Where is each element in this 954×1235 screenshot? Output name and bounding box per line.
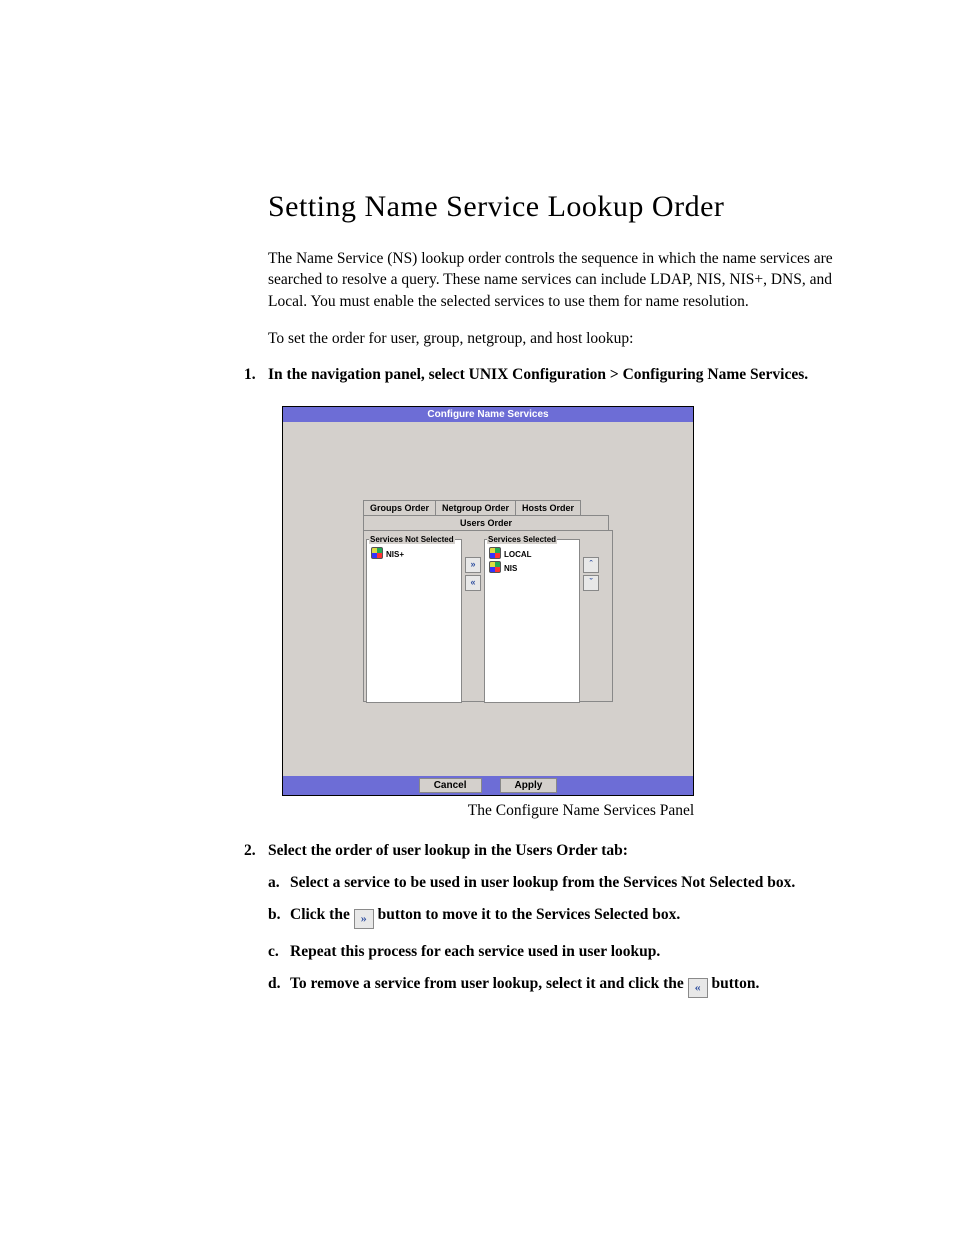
step-2: Select the order of user lookup in the U… [250, 842, 854, 998]
tab-groups-order[interactable]: Groups Order [363, 500, 436, 515]
tab-users-order[interactable]: Users Order [363, 515, 609, 530]
panel-title: Configure Name Services [283, 407, 693, 422]
move-right-icon: » [354, 909, 374, 929]
step-1-text: In the navigation panel, select UNIX Con… [268, 366, 808, 383]
selected-legend: Services Selected [487, 535, 557, 544]
step-2b-pre: Click the [290, 906, 354, 923]
config-name-services-panel: Configure Name Services Groups Order Net… [282, 406, 694, 796]
intro-paragraph-2: To set the order for user, group, netgro… [268, 328, 854, 349]
cancel-button[interactable]: Cancel [419, 778, 482, 793]
apply-button[interactable]: Apply [500, 778, 558, 793]
services-selected-box[interactable]: Services Selected LOCAL NIS [484, 535, 580, 703]
step-2d-post: button. [712, 975, 760, 992]
service-item-nisplus[interactable]: NIS+ [369, 546, 459, 560]
tab-hosts-order[interactable]: Hosts Order [515, 500, 581, 515]
step-2d: To remove a service from user lookup, se… [268, 975, 854, 998]
move-down-button[interactable]: ˇ [583, 575, 599, 591]
service-item-local[interactable]: LOCAL [487, 546, 577, 560]
services-not-selected-box[interactable]: Services Not Selected NIS+ [366, 535, 462, 703]
panel-caption: The Configure Name Services Panel [308, 802, 854, 820]
move-up-button[interactable]: ˆ [583, 557, 599, 573]
step-1: In the navigation panel, select UNIX Con… [250, 366, 854, 820]
page-heading: Setting Name Service Lookup Order [268, 190, 854, 224]
tab-netgroup-order[interactable]: Netgroup Order [435, 500, 516, 515]
step-2a: Select a service to be used in user look… [268, 874, 854, 892]
not-selected-legend: Services Not Selected [369, 535, 455, 544]
step-2c: Repeat this process for each service use… [268, 943, 854, 961]
move-right-button[interactable]: » [465, 557, 481, 573]
step-2-text: Select the order of user lookup in the U… [268, 842, 628, 859]
step-2b-post: button to move it to the Services Select… [378, 906, 681, 923]
step-2b: Click the » button to move it to the Ser… [268, 906, 854, 929]
service-item-nis[interactable]: NIS [487, 560, 577, 574]
move-left-button[interactable]: « [465, 575, 481, 591]
intro-paragraph-1: The Name Service (NS) lookup order contr… [268, 248, 854, 312]
move-left-icon: « [688, 978, 708, 998]
step-2d-pre: To remove a service from user lookup, se… [290, 975, 688, 992]
